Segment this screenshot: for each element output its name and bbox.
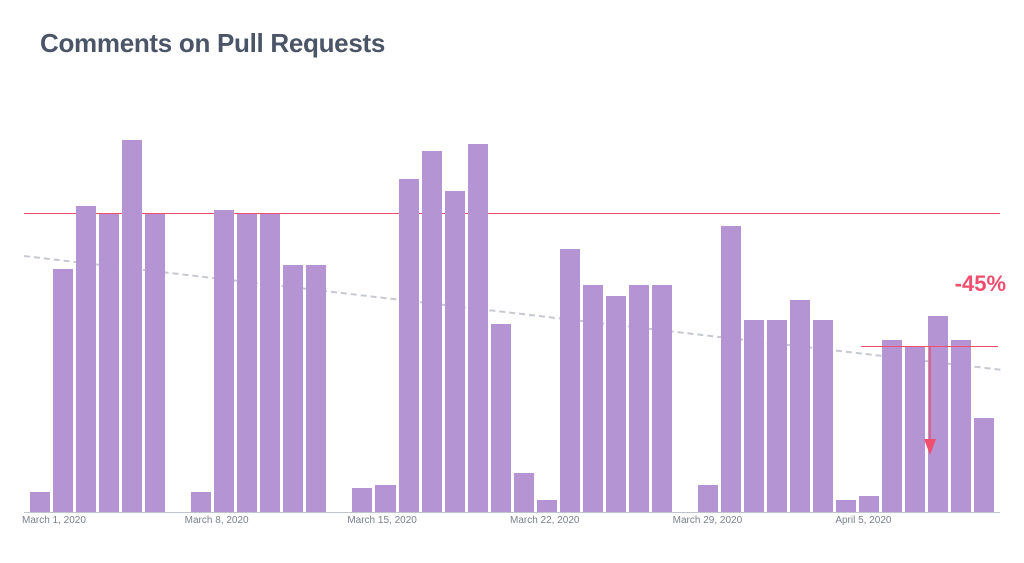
bar [790, 300, 810, 512]
bar [537, 500, 557, 512]
bar [698, 485, 718, 512]
bar [951, 340, 971, 512]
bar [76, 206, 96, 512]
bar [399, 179, 419, 512]
bar [237, 214, 257, 512]
bar [882, 340, 902, 512]
bar [445, 191, 465, 512]
bar [191, 492, 211, 512]
x-axis: March 1, 2020 March 8, 2020 March 15, 2020… [24, 515, 1000, 535]
bar [744, 320, 764, 512]
bar [306, 265, 326, 512]
bar [629, 285, 649, 512]
x-tick-label: March 8, 2020 [185, 515, 249, 526]
bar [260, 214, 280, 512]
bar [468, 144, 488, 512]
bar [606, 296, 626, 512]
bar [652, 285, 672, 512]
bar [859, 496, 879, 512]
chart-title: Comments on Pull Requests [24, 0, 1000, 71]
bar [352, 488, 372, 512]
bar [122, 140, 142, 512]
x-tick-label: April 5, 2020 [835, 515, 891, 526]
bar [214, 210, 234, 512]
bar [583, 285, 603, 512]
bar [145, 214, 165, 512]
bar [836, 500, 856, 512]
x-tick-label: March 29, 2020 [673, 515, 743, 526]
bars [24, 120, 1000, 512]
bar [99, 214, 119, 512]
bar [560, 249, 580, 512]
bar [422, 151, 442, 512]
delta-annotation: -45% [955, 271, 1006, 297]
bar [283, 265, 303, 512]
bar [514, 473, 534, 512]
bar [491, 324, 511, 512]
bar [721, 226, 741, 512]
bar [767, 320, 787, 512]
bar [53, 269, 73, 512]
bar [375, 485, 395, 512]
plot-area: -45% [24, 120, 1000, 513]
bar [813, 320, 833, 512]
bar [974, 418, 994, 512]
x-tick-label: March 15, 2020 [347, 515, 417, 526]
bar [30, 492, 50, 512]
chart-container: Comments on Pull Requests -45% March 1, … [24, 0, 1000, 563]
x-tick-label: March 22, 2020 [510, 515, 580, 526]
x-tick-label: March 1, 2020 [22, 515, 86, 526]
